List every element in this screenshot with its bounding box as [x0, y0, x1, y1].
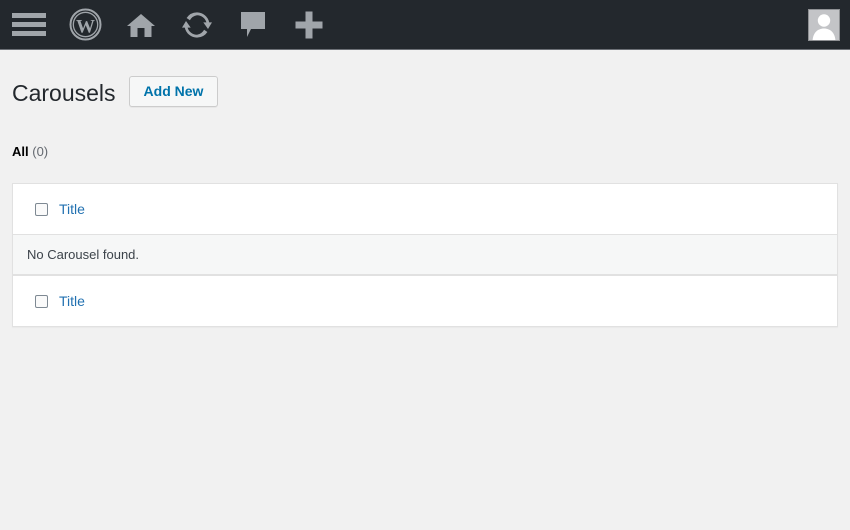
table-header-cell: Title [13, 184, 837, 235]
status-filter-list: All (0) [12, 142, 838, 162]
carousels-list-table: Title No Carousel found. Title [12, 183, 838, 327]
comments-icon[interactable] [225, 0, 281, 50]
table-row-empty: No Carousel found. [13, 235, 837, 275]
empty-message-cell: No Carousel found. [13, 235, 837, 275]
column-footer-title[interactable]: Title [59, 292, 85, 311]
select-all-checkbox[interactable] [35, 202, 48, 216]
filter-item-all[interactable]: All (0) [12, 142, 48, 162]
wordpress-logo-icon[interactable]: W [57, 0, 113, 50]
table-header-row: Title [13, 184, 837, 235]
new-content-icon[interactable] [281, 0, 337, 50]
table-body: No Carousel found. [13, 235, 837, 275]
filter-count-all: (0) [32, 144, 49, 159]
table-footer-cell: Title [13, 275, 837, 326]
admin-page-wrap: Carousels Add New All (0) Title No Carou… [0, 50, 850, 327]
table-foot: Title [13, 275, 837, 326]
select-all-checkbox-footer-cell[interactable] [13, 294, 59, 308]
column-header-title[interactable]: Title [59, 200, 85, 219]
page-title: Carousels [12, 80, 116, 106]
select-all-checkbox-header-cell[interactable] [13, 202, 59, 216]
updates-icon[interactable] [169, 0, 225, 50]
table-footer-row: Title [13, 275, 837, 326]
admin-bar-left-group: W [0, 0, 337, 50]
avatar[interactable] [808, 9, 840, 41]
sort-title-link[interactable]: Title [59, 201, 85, 217]
admin-bar-account-group[interactable] [808, 0, 850, 50]
menu-toggle-icon[interactable] [0, 0, 57, 50]
admin-bar: W [0, 0, 850, 50]
svg-text:W: W [76, 17, 95, 38]
table-head: Title [13, 184, 837, 235]
sort-title-link-footer[interactable]: Title [59, 293, 85, 309]
select-all-checkbox-footer[interactable] [35, 294, 48, 308]
home-icon[interactable] [113, 0, 169, 50]
filter-link-all[interactable]: All [12, 144, 29, 159]
page-header: Carousels Add New [12, 50, 838, 112]
add-new-button[interactable]: Add New [128, 75, 219, 107]
